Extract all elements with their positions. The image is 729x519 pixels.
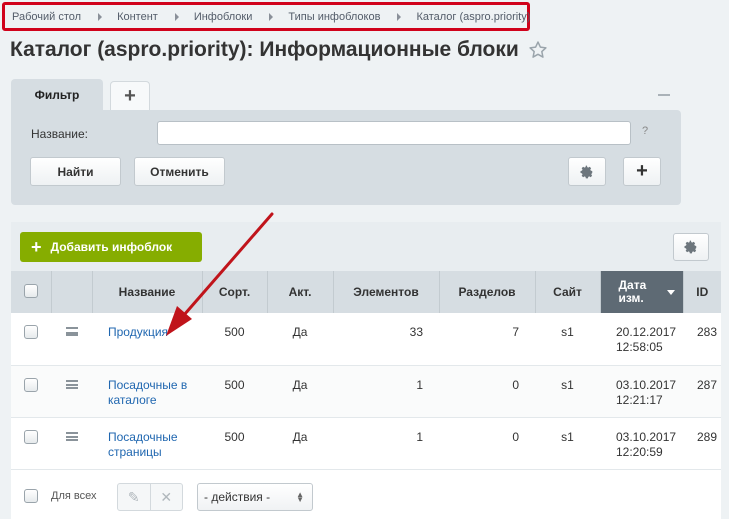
infoblock-table: Название Сорт. Акт. Элементов Разделов С… xyxy=(11,271,721,470)
header-elements[interactable]: Элементов xyxy=(333,271,440,313)
row-id: 289 xyxy=(683,417,721,470)
add-infoblock-label: Добавить инфоблок xyxy=(50,240,173,254)
table-row: Посадочные страницы 500 Да 1 0 s1 03.10.… xyxy=(11,417,721,470)
actions-select[interactable]: - действия - ▲ ▼ xyxy=(197,483,313,511)
row-active: Да xyxy=(267,365,333,418)
row-name-link[interactable]: Посадочные в каталоге xyxy=(108,378,192,408)
row-menu-icon[interactable] xyxy=(65,327,78,336)
header-id[interactable]: ID xyxy=(683,271,721,313)
grid-toolbar: + Добавить инфоблок xyxy=(11,222,721,271)
grid-settings-button[interactable] xyxy=(673,233,709,261)
row-elements-link[interactable]: 1 xyxy=(333,365,439,418)
add-filter-field-button[interactable]: + xyxy=(623,157,661,186)
header-site[interactable]: Сайт xyxy=(535,271,601,313)
cancel-button[interactable]: Отменить xyxy=(134,157,225,186)
row-sort: 500 xyxy=(202,417,267,470)
group-action-buttons: ✎ ✕ xyxy=(117,483,183,511)
breadcrumb: Рабочий стол Контент Инфоблоки Типы инфо… xyxy=(2,2,530,31)
table-header-row: Название Сорт. Акт. Элементов Разделов С… xyxy=(11,271,721,313)
page-title-text: Каталог (aspro.priority): Информационные… xyxy=(10,38,519,61)
tab-filter[interactable]: Фильтр xyxy=(11,79,103,111)
help-icon[interactable]: ? xyxy=(642,125,648,137)
gear-icon xyxy=(580,165,593,178)
breadcrumb-separator-icon xyxy=(269,12,274,21)
breadcrumb-separator-icon xyxy=(98,12,103,21)
row-checkbox[interactable] xyxy=(24,377,38,392)
sort-desc-icon xyxy=(666,289,675,295)
header-active[interactable]: Акт. xyxy=(267,271,334,313)
row-id: 283 xyxy=(683,313,721,366)
row-date: 20.12.2017 12:58:05 xyxy=(600,313,683,366)
header-date-label: Дата изм. xyxy=(618,278,647,305)
star-icon[interactable] xyxy=(528,40,548,60)
apply-to-all-checkbox[interactable] xyxy=(24,489,38,503)
row-elements-link[interactable]: 33 xyxy=(333,313,439,366)
breadcrumb-separator-icon xyxy=(397,12,402,21)
row-active: Да xyxy=(267,313,333,366)
delete-x-icon[interactable]: ✕ xyxy=(149,484,183,510)
table-row: Посадочные в каталоге 500 Да 1 0 s1 03.1… xyxy=(11,365,721,418)
row-date: 03.10.2017 12:20:59 xyxy=(600,417,683,470)
header-sort[interactable]: Сорт. xyxy=(202,271,268,313)
row-site: s1 xyxy=(535,365,600,418)
filter-panel: Название: ? Найти Отменить + xyxy=(11,110,681,205)
filter-name-label: Название: xyxy=(31,127,88,141)
filter-name-input[interactable] xyxy=(157,121,631,145)
row-site: s1 xyxy=(535,417,600,470)
infoblock-grid: + Добавить инфоблок Название Сорт. Акт. … xyxy=(11,222,721,519)
row-name-link[interactable]: Посадочные страницы xyxy=(108,430,192,460)
edit-pencil-icon[interactable]: ✎ xyxy=(118,484,150,510)
apply-to-all-label: Для всех xyxy=(51,490,97,502)
add-infoblock-button[interactable]: + Добавить инфоблок xyxy=(20,232,202,262)
breadcrumb-item-infoblock-types[interactable]: Типы инфоблоков xyxy=(288,11,380,23)
find-button[interactable]: Найти xyxy=(30,157,121,186)
breadcrumb-item-content[interactable]: Контент xyxy=(117,11,158,23)
actions-select-value: - действия - xyxy=(204,490,271,504)
row-id: 287 xyxy=(683,365,721,418)
select-updown-icon: ▲ ▼ xyxy=(296,490,304,504)
table-row: Продукция 500 Да 33 7 s1 20.12.2017 12:5… xyxy=(11,313,721,366)
collapse-filter-icon[interactable] xyxy=(658,94,670,96)
actions-header xyxy=(51,271,93,313)
row-menu-icon[interactable] xyxy=(65,431,78,441)
page-title: Каталог (aspro.priority): Информационные… xyxy=(10,38,548,62)
row-active: Да xyxy=(267,417,333,470)
row-menu-icon[interactable] xyxy=(65,379,78,389)
breadcrumb-separator-icon xyxy=(174,12,179,21)
select-all-header xyxy=(11,271,52,313)
row-date: 03.10.2017 12:21:17 xyxy=(600,365,683,418)
select-all-checkbox[interactable] xyxy=(23,283,38,298)
breadcrumb-item-desktop[interactable]: Рабочий стол xyxy=(12,11,81,23)
header-date[interactable]: Дата изм. xyxy=(600,271,684,313)
row-sort: 500 xyxy=(202,313,267,366)
row-checkbox[interactable] xyxy=(24,429,38,444)
row-sections-link[interactable]: 0 xyxy=(439,417,535,470)
header-name[interactable]: Название xyxy=(92,271,203,313)
plus-icon: + xyxy=(31,237,42,257)
header-sections[interactable]: Разделов xyxy=(439,271,536,313)
row-checkbox[interactable] xyxy=(24,325,38,339)
grid-footer: Для всех ✎ ✕ - действия - ▲ ▼ xyxy=(11,469,721,519)
row-name-link[interactable]: Продукция xyxy=(108,325,168,339)
filter-settings-button[interactable] xyxy=(568,157,606,186)
row-site: s1 xyxy=(535,313,600,366)
breadcrumb-item-catalog[interactable]: Каталог (aspro.priority) xyxy=(416,11,530,23)
row-sections-link[interactable]: 7 xyxy=(439,313,535,366)
row-sections-link[interactable]: 0 xyxy=(439,365,535,418)
add-filter-tab-button[interactable]: + xyxy=(110,81,150,111)
row-sort: 500 xyxy=(202,365,267,418)
row-elements-link[interactable]: 1 xyxy=(333,417,439,470)
breadcrumb-item-infoblocks[interactable]: Инфоблоки xyxy=(194,11,253,23)
gear-icon xyxy=(684,240,697,254)
